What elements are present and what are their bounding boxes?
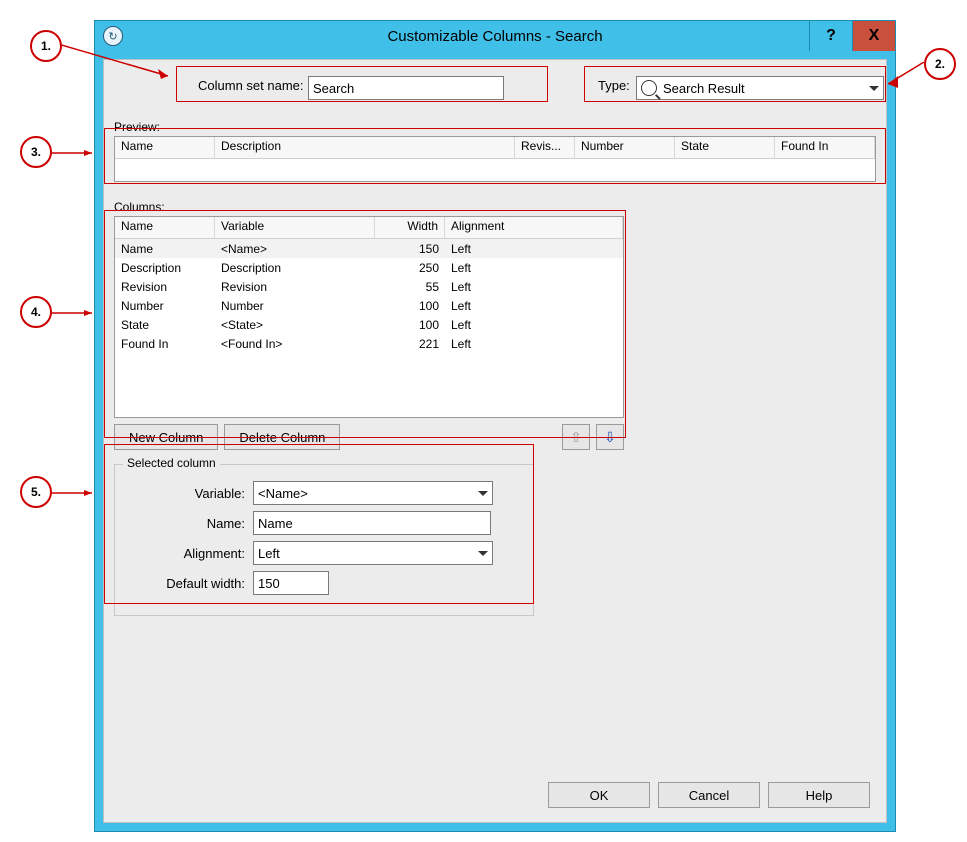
- columns-row[interactable]: Name<Name>150Left: [115, 239, 623, 258]
- preview-section: Preview: Name Description Revis... Numbe…: [114, 120, 876, 182]
- col-hdr-width[interactable]: Width: [375, 217, 445, 238]
- callout-1: 1.: [30, 30, 62, 62]
- alignment-label: Alignment:: [125, 546, 245, 561]
- preview-col-name[interactable]: Name: [115, 137, 215, 158]
- cell-variable: Description: [215, 261, 375, 275]
- variable-value: <Name>: [258, 486, 308, 501]
- cell-width: 221: [375, 337, 445, 351]
- type-value: Search Result: [663, 81, 745, 96]
- cell-align: Left: [445, 318, 623, 332]
- cell-width: 250: [375, 261, 445, 275]
- default-width-label: Default width:: [125, 576, 245, 591]
- client-area: Column set name: Type: Search Result Pre…: [103, 59, 887, 823]
- arrow-up-icon: ⇧: [570, 429, 582, 446]
- columns-table[interactable]: Name Variable Width Alignment Name<Name>…: [114, 216, 624, 418]
- cell-variable: Revision: [215, 280, 375, 294]
- cell-width: 55: [375, 280, 445, 294]
- cell-align: Left: [445, 261, 623, 275]
- arrow-down-icon: ⇩: [604, 429, 616, 446]
- variable-label: Variable:: [125, 486, 245, 501]
- callout-3: 3.: [20, 136, 52, 168]
- chevron-down-icon: [869, 86, 879, 91]
- colset-input[interactable]: [308, 76, 504, 100]
- cell-variable: Number: [215, 299, 375, 313]
- alignment-combo[interactable]: Left: [253, 541, 493, 565]
- col-hdr-variable[interactable]: Variable: [215, 217, 375, 238]
- window-title: Customizable Columns - Search: [95, 28, 895, 45]
- callout-5: 5.: [20, 476, 52, 508]
- cell-align: Left: [445, 280, 623, 294]
- delete-column-button[interactable]: Delete Column: [224, 424, 340, 450]
- columns-caption: Columns:: [114, 200, 624, 214]
- preview-col-foundin[interactable]: Found In: [775, 137, 875, 158]
- new-column-button[interactable]: New Column: [114, 424, 218, 450]
- cell-name: Revision: [115, 280, 215, 294]
- variable-combo[interactable]: <Name>: [253, 481, 493, 505]
- chevron-down-icon: [478, 491, 488, 496]
- cell-align: Left: [445, 242, 623, 256]
- columns-row[interactable]: NumberNumber100Left: [115, 296, 623, 315]
- cell-width: 100: [375, 318, 445, 332]
- selected-column-group: Selected column Variable: <Name> Name: A…: [114, 456, 534, 616]
- name-input[interactable]: [253, 511, 491, 535]
- titlebar: ↻ Customizable Columns - Search ? X: [95, 21, 895, 51]
- cell-variable: <Name>: [215, 242, 375, 256]
- callout-2: 2.: [924, 48, 956, 80]
- columns-row[interactable]: RevisionRevision55Left: [115, 277, 623, 296]
- callout-4: 4.: [20, 296, 52, 328]
- preview-col-number[interactable]: Number: [575, 137, 675, 158]
- cancel-button[interactable]: Cancel: [658, 782, 760, 808]
- cell-name: Number: [115, 299, 215, 313]
- chevron-down-icon: [478, 551, 488, 556]
- cell-name: Description: [115, 261, 215, 275]
- col-hdr-alignment[interactable]: Alignment: [445, 217, 623, 238]
- move-up-button[interactable]: ⇧: [562, 424, 590, 450]
- cell-name: Name: [115, 242, 215, 256]
- columns-section: Columns: Name Variable Width Alignment N…: [114, 200, 624, 450]
- cell-variable: <State>: [215, 318, 375, 332]
- preview-col-state[interactable]: State: [675, 137, 775, 158]
- colset-label: Column set name:: [198, 78, 304, 93]
- cell-width: 100: [375, 299, 445, 313]
- cell-align: Left: [445, 299, 623, 313]
- preview-table[interactable]: Name Description Revis... Number State F…: [114, 136, 876, 182]
- cell-variable: <Found In>: [215, 337, 375, 351]
- cell-align: Left: [445, 337, 623, 351]
- type-combo[interactable]: Search Result: [636, 76, 884, 100]
- columns-row[interactable]: Found In<Found In>221Left: [115, 334, 623, 353]
- default-width-input[interactable]: [253, 571, 329, 595]
- name-label: Name:: [125, 516, 245, 531]
- col-hdr-name[interactable]: Name: [115, 217, 215, 238]
- selected-legend: Selected column: [123, 456, 220, 470]
- cell-width: 150: [375, 242, 445, 256]
- columns-row[interactable]: DescriptionDescription250Left: [115, 258, 623, 277]
- preview-caption: Preview:: [114, 120, 876, 134]
- columns-row[interactable]: State<State>100Left: [115, 315, 623, 334]
- help-dialog-button[interactable]: Help: [768, 782, 870, 808]
- cell-name: State: [115, 318, 215, 332]
- dialog-window: ↻ Customizable Columns - Search ? X Colu…: [94, 20, 896, 832]
- move-down-button[interactable]: ⇩: [596, 424, 624, 450]
- cell-name: Found In: [115, 337, 215, 351]
- alignment-value: Left: [258, 546, 280, 561]
- ok-button[interactable]: OK: [548, 782, 650, 808]
- search-icon: [641, 80, 657, 96]
- preview-col-description[interactable]: Description: [215, 137, 515, 158]
- type-label: Type:: [598, 78, 630, 93]
- preview-col-revision[interactable]: Revis...: [515, 137, 575, 158]
